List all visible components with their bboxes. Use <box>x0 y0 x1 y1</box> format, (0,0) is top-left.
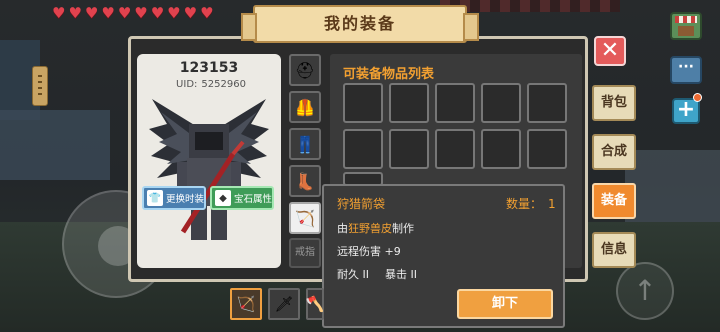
bow-icon: 🏹 <box>236 295 256 313</box>
player-name: 123153 <box>179 60 239 76</box>
tooltip-item-name: 狩猎箭袋 <box>337 197 386 211</box>
shirt-icon: 👕 <box>147 190 163 206</box>
tab-equipment[interactable]: 装备 <box>592 183 636 219</box>
gem-icon: ◆ <box>215 190 231 206</box>
inventory-slot[interactable] <box>343 129 383 169</box>
heart-icon: ♥ <box>150 4 165 22</box>
ring-slot[interactable]: 戒指 <box>289 238 321 268</box>
character-avatar <box>149 99 269 240</box>
boots-icon: 👢 <box>295 171 315 191</box>
hotbar-slot[interactable]: 🗡 <box>268 288 300 320</box>
quantity-label: 数量： <box>506 197 543 211</box>
boots-slot[interactable]: 👢 <box>289 165 321 197</box>
change-skin-label: 更换时装 <box>166 194 205 205</box>
inventory-slot[interactable] <box>527 129 567 169</box>
gem-attributes-label: 宝石属性 <box>234 194 273 205</box>
panel-title: 我的装备 <box>241 5 479 43</box>
shop-icon[interactable] <box>670 12 702 40</box>
unequip-button[interactable]: 卸下 <box>457 289 553 319</box>
chestplate-icon: 🦺 <box>295 97 315 117</box>
chestplate-slot[interactable]: 🦺 <box>289 91 321 123</box>
tab-crafting[interactable]: 合成 <box>592 134 636 170</box>
heart-icon: ♥ <box>101 4 115 22</box>
chat-icon[interactable] <box>670 56 702 84</box>
heart-icon: ♥ <box>84 4 99 22</box>
change-skin-button[interactable]: 👕 更换时装 <box>142 186 206 210</box>
sword-icon: 🗡 <box>274 295 294 313</box>
tooltip-made-by: 由狂野兽皮制作 <box>337 220 414 236</box>
gem-attributes-button[interactable]: ◆ 宝石属性 <box>210 186 274 210</box>
inventory-slot[interactable] <box>389 129 429 169</box>
close-button[interactable]: ✕ <box>594 36 626 66</box>
critical-enchant: 暴击 II <box>385 268 417 281</box>
heart-icon: ♥ <box>52 4 66 22</box>
tab-info[interactable]: 信息 <box>592 232 636 268</box>
tab-backpack[interactable]: 背包 <box>592 85 636 121</box>
inventory-slot[interactable] <box>435 129 475 169</box>
tooltip-ranged-damage: 远程伤害 +9 <box>337 245 401 258</box>
hotbar-slot[interactable]: 🏹 <box>230 288 262 320</box>
inventory-title: 可装备物品列表 <box>343 67 435 82</box>
leggings-icon: 👖 <box>295 134 315 154</box>
axe-icon: 🪓 <box>305 295 325 313</box>
heart-icon: ♥ <box>134 4 148 22</box>
heart-icon: ♥ <box>68 4 82 22</box>
inventory-slot[interactable] <box>343 83 383 123</box>
inventory-slot[interactable] <box>389 83 429 123</box>
quiver-icon: 🏹 <box>295 208 315 228</box>
durability-enchant: 耐久 II <box>337 268 369 281</box>
helmet-slot[interactable]: ⛑ <box>289 54 321 86</box>
made-by-material: 狂野兽皮 <box>348 222 392 235</box>
tooltip-quantity: 数量： 1 <box>506 195 556 212</box>
uid-value: 5252960 <box>201 79 246 90</box>
inventory-slot[interactable] <box>527 83 567 123</box>
health-bar: ♥ ♥ ♥ ♥ ♥ ♥ ♥ ♥ ♥ ♥ <box>52 6 214 21</box>
heart-icon: ♥ <box>200 4 214 22</box>
side-drawer-handle[interactable] <box>32 66 48 106</box>
heart-icon: ♥ <box>167 4 181 22</box>
player-uid: UID: 5252960 <box>137 79 281 90</box>
inventory-slot[interactable] <box>481 83 521 123</box>
made-by-suffix: 制作 <box>392 222 414 235</box>
inventory-slot[interactable] <box>481 129 521 169</box>
hotbar-slot[interactable]: 🪓 <box>306 288 324 320</box>
quantity-value: 1 <box>548 197 556 211</box>
notification-dot <box>693 93 702 102</box>
leggings-slot[interactable]: 👖 <box>289 128 321 160</box>
helmet-icon: ⛑ <box>294 60 316 80</box>
heart-icon: ♥ <box>117 4 132 22</box>
made-by-prefix: 由 <box>337 222 348 235</box>
tooltip-enchantments: 耐久 II 暴击 II <box>337 266 417 282</box>
jump-button[interactable]: ↑ <box>616 262 674 320</box>
character-card: 123153 UID: 5252960 <box>137 54 281 268</box>
inventory-slot[interactable] <box>435 83 475 123</box>
quiver-slot[interactable]: 🏹 <box>289 202 321 234</box>
heart-icon: ♥ <box>183 4 198 22</box>
uid-label: UID: <box>176 79 198 90</box>
